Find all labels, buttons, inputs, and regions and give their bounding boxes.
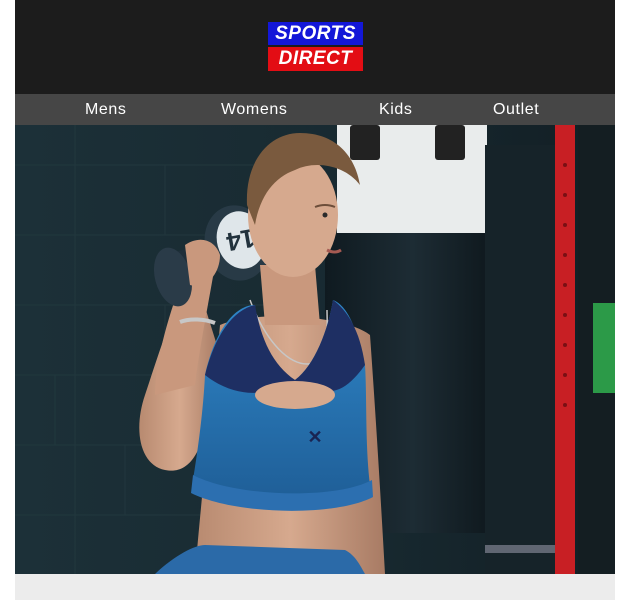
nav-item-womens[interactable]: Womens xyxy=(221,94,287,125)
header: SPORTS DIRECT xyxy=(15,0,615,94)
sports-direct-logo[interactable]: SPORTS DIRECT xyxy=(268,22,363,71)
hero-banner[interactable]: 14 ✕ xyxy=(15,125,615,574)
content-strip xyxy=(15,574,615,600)
hero-image: 14 ✕ xyxy=(15,125,615,574)
logo-top-text: SPORTS xyxy=(268,22,363,45)
main-nav: Mens Womens Kids Outlet xyxy=(15,94,615,125)
nav-item-kids[interactable]: Kids xyxy=(379,94,413,125)
second-bag xyxy=(485,145,555,574)
red-rack-pole xyxy=(555,125,575,574)
logo-bottom-text: DIRECT xyxy=(268,47,363,71)
nav-item-outlet[interactable]: Outlet xyxy=(493,94,539,125)
svg-text:✕: ✕ xyxy=(307,427,322,447)
nav-item-mens[interactable]: Mens xyxy=(85,94,127,125)
email-frame: SPORTS DIRECT Mens Womens Kids Outlet 14… xyxy=(15,0,615,600)
green-equipment xyxy=(593,303,615,393)
